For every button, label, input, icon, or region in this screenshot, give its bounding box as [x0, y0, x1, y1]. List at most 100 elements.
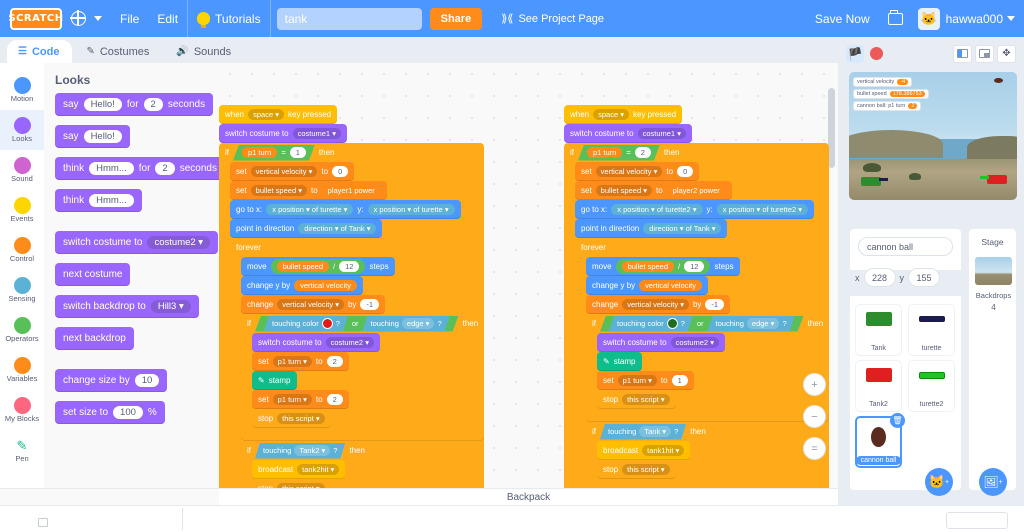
stage-canvas[interactable]: vertical velocity -4 bullet speed 178.38… [849, 72, 1017, 200]
palette-block-think-for[interactable]: think Hmm... for 2 seconds [55, 157, 219, 180]
variable-reporter[interactable]: player2 power [666, 185, 726, 196]
backdrop-dropdown[interactable]: Hill3 ▾ [150, 300, 191, 313]
palette-block-say-for[interactable]: say Hello! for 2 seconds [55, 93, 214, 116]
menu-edit[interactable]: Edit [148, 0, 187, 37]
block-stamp[interactable]: ✎ stamp [597, 352, 642, 371]
variable-dropdown[interactable]: p1 turn ▾ [272, 394, 312, 405]
category-looks[interactable]: Looks [0, 110, 44, 150]
touching-dropdown[interactable]: Tank2 ▾ [294, 445, 330, 456]
category-sound[interactable]: Sound [0, 150, 44, 190]
color-swatch[interactable] [322, 318, 333, 329]
block-stop-this-script[interactable]: stop this script ▾ [252, 409, 331, 428]
category-events[interactable]: Events [0, 190, 44, 230]
block-if-then-2[interactable]: if touching color ? or touching edge ▾ ?… [241, 314, 485, 441]
text-input[interactable]: Hello! [83, 130, 122, 143]
number-input[interactable]: 0 [677, 166, 694, 177]
scratch-logo[interactable]: SCRATCH [8, 7, 63, 30]
sensing-touching-edge[interactable]: touching edge ▾ ? [708, 316, 795, 331]
sprite-tank-on-stage[interactable] [861, 177, 888, 186]
color-swatch[interactable] [667, 318, 678, 329]
block-set-vertical-velocity[interactable]: set vertical velocity ▾ to 0 [575, 162, 700, 181]
sensing-touching-sprite[interactable]: touching Tank ▾ ? [600, 424, 686, 440]
number-input[interactable]: -1 [360, 299, 380, 310]
block-set-bullet-speed[interactable]: set bullet speed ▾ to player2 power [575, 181, 732, 200]
project-name-input[interactable] [276, 7, 422, 30]
variable-dropdown[interactable]: p1 turn ▾ [272, 356, 312, 367]
sprite-item-turette2[interactable]: turette2 [908, 360, 955, 412]
palette-block-next-costume[interactable]: next costume [55, 263, 131, 286]
block-if-then-3[interactable]: if touching Tank ▾ ? then broadcast tank… [586, 422, 830, 488]
block-change-variable-by[interactable]: change vertical velocity ▾ by -1 [586, 295, 731, 314]
sprite-list[interactable]: Tank turette Tank2 turette2 🗑 cannon bal… [849, 296, 962, 491]
sprite-item-cannon-ball[interactable]: 🗑 cannon ball [855, 413, 905, 468]
stop-dropdown[interactable]: this script ▾ [277, 413, 325, 424]
number-input[interactable]: 1 [290, 147, 306, 158]
block-go-to-xy[interactable]: go to x: x position ▾ of turette ▾ y: x … [230, 200, 461, 219]
operator-or[interactable]: touching color ? or touching edge ▾ ? [600, 316, 804, 332]
variable-reporter[interactable]: vertical velocity [294, 280, 357, 291]
add-sprite-button[interactable]: 🐱 + [925, 468, 953, 496]
sprite-name-input[interactable]: cannon ball [858, 237, 953, 256]
taskbar-window-icon[interactable] [38, 518, 48, 527]
touching-dropdown[interactable]: edge ▾ [747, 318, 780, 329]
block-set-vertical-velocity[interactable]: set vertical velocity ▾ to 0 [230, 162, 355, 181]
number-input[interactable]: 10 [134, 374, 160, 387]
monitor-bullet-speed[interactable]: bullet speed 178.386753 [853, 89, 929, 99]
palette-block-say[interactable]: say Hello! [55, 125, 130, 148]
backpack-header[interactable]: Backpack [219, 488, 838, 505]
block-stop-this-script[interactable]: stop this script ▾ [597, 390, 676, 409]
block-switch-costume-2[interactable]: switch costume to costume2 ▾ [597, 333, 725, 352]
sprite-cannon-ball-on-stage[interactable] [994, 78, 1003, 83]
sensing-of-reporter[interactable]: x position ▾ of turette ▾ [266, 204, 354, 215]
sensing-of-reporter[interactable]: x position ▾ of turette ▾ [367, 204, 455, 215]
variable-dropdown[interactable]: p1 turn ▾ [617, 375, 657, 386]
share-button[interactable]: Share [429, 7, 483, 30]
palette-block-switch-backdrop[interactable]: switch backdrop to Hill3 ▾ [55, 295, 199, 318]
sensing-of-reporter[interactable]: x position ▾ of turette2 ▾ [611, 204, 703, 215]
number-input[interactable]: 100 [113, 406, 143, 419]
block-forever[interactable]: forever move bullet speed / 12 steps cha… [575, 238, 830, 488]
category-motion[interactable]: Motion [0, 70, 44, 110]
key-dropdown[interactable]: space ▾ [248, 109, 284, 120]
variable-reporter[interactable]: player1 power [321, 185, 381, 196]
costume-dropdown[interactable]: costume1 ▾ [292, 128, 341, 139]
variable-dropdown[interactable]: bullet speed ▾ [595, 185, 652, 196]
variable-reporter[interactable]: p1 turn [587, 147, 622, 158]
number-input[interactable]: 12 [684, 261, 705, 272]
category-variables[interactable]: Variables [0, 350, 44, 390]
block-set-p1-turn[interactable]: set p1 turn ▾ to 1 [597, 371, 694, 390]
add-backdrop-button[interactable]: 🖼 + [979, 468, 1007, 496]
block-when-key-pressed[interactable]: when space ▾ key pressed [564, 105, 683, 124]
language-menu[interactable] [62, 0, 111, 37]
number-input[interactable]: 12 [339, 261, 360, 272]
sensing-of-reporter[interactable]: direction ▾ of Tank ▾ [643, 223, 722, 234]
account-menu[interactable]: 🐱 hawwa000 [912, 0, 1024, 37]
menu-tutorials[interactable]: Tutorials [188, 0, 270, 37]
variable-dropdown[interactable]: vertical velocity ▾ [595, 166, 663, 177]
block-if-then-1[interactable]: if p1 turn = 2 then set vertical velocit… [564, 143, 830, 488]
palette-block-think[interactable]: think Hmm... [55, 189, 142, 212]
broadcast-dropdown[interactable]: tank2hit ▾ [297, 464, 340, 475]
my-stuff-button[interactable] [879, 0, 912, 37]
operator-divide[interactable]: bullet speed / 12 [270, 259, 366, 274]
category-sensing[interactable]: Sensing [0, 270, 44, 310]
variable-dropdown[interactable]: bullet speed ▾ [250, 185, 307, 196]
y-input[interactable]: 155 [908, 268, 940, 287]
text-input[interactable]: Hmm... [89, 162, 134, 175]
block-point-in-direction[interactable]: point in direction direction ▾ of Tank ▾ [230, 219, 383, 238]
sprite-tank2-on-stage[interactable] [980, 175, 1007, 184]
stop-button[interactable] [870, 47, 883, 60]
costume-dropdown[interactable]: costume2 ▾ [325, 337, 374, 348]
block-change-variable-by[interactable]: change vertical velocity ▾ by -1 [241, 295, 386, 314]
category-control[interactable]: Control [0, 230, 44, 270]
category-my-blocks[interactable]: My Blocks [0, 390, 44, 430]
operator-equals[interactable]: p1 turn = 2 [578, 145, 660, 161]
sprite-item-tank2[interactable]: Tank2 [855, 360, 902, 412]
block-set-bullet-speed[interactable]: set bullet speed ▾ to player1 power [230, 181, 387, 200]
number-input[interactable]: 2 [155, 162, 175, 175]
touching-dropdown[interactable]: edge ▾ [402, 318, 435, 329]
block-stamp[interactable]: ✎ stamp [252, 371, 297, 390]
variable-reporter[interactable]: bullet speed [621, 261, 675, 272]
block-stop-this-script-2[interactable]: stop this script ▾ [252, 479, 331, 488]
costume-dropdown[interactable]: costume1 ▾ [637, 128, 686, 139]
